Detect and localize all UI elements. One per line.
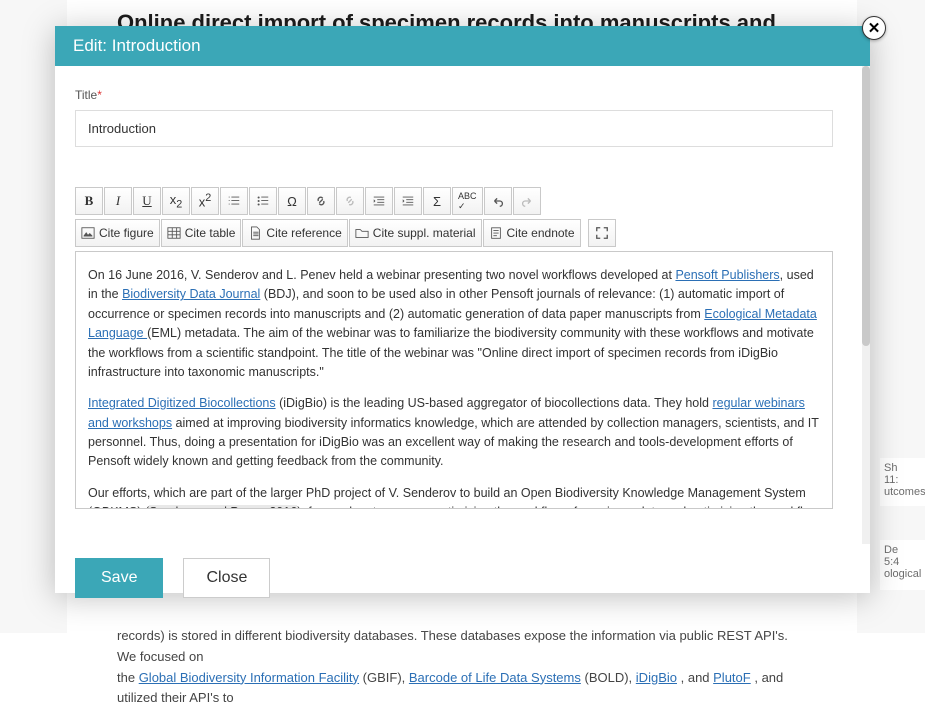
subscript-button[interactable]: x2: [162, 187, 190, 215]
required-asterisk: *: [97, 88, 102, 102]
indent-icon: [401, 194, 415, 208]
image-icon: [81, 226, 95, 240]
outdent-icon: [372, 194, 386, 208]
editor-paragraph-3: Our efforts, which are part of the large…: [88, 484, 820, 509]
save-button[interactable]: Save: [75, 558, 163, 598]
ordered-list-icon: [227, 194, 241, 208]
indent-button[interactable]: [394, 187, 422, 215]
bg-tail-2c: (BOLD),: [585, 670, 636, 685]
link-biodiversity-data-journal[interactable]: Biodiversity Data Journal: [122, 287, 260, 301]
document-icon: [248, 226, 262, 240]
underline-button[interactable]: U: [133, 187, 161, 215]
p2-text-a: (iDigBio) is the leading US-based aggreg…: [276, 396, 713, 410]
link-idigbio[interactable]: Integrated Digitized Biocollections: [88, 396, 276, 410]
citation-highlight[interactable]: Senderov and Penev 2016: [149, 505, 297, 509]
unordered-list-icon: [256, 194, 270, 208]
folder-icon: [355, 226, 369, 240]
editor-toolbar: B I U x2 x2 Ω Σ ABC✓ Cite fi: [75, 187, 833, 251]
undo-button[interactable]: [484, 187, 512, 215]
cite-table-label: Cite table: [185, 226, 236, 240]
outdent-button[interactable]: [365, 187, 393, 215]
cite-endnote-label: Cite endnote: [507, 226, 575, 240]
cite-reference-label: Cite reference: [266, 226, 341, 240]
table-icon: [167, 226, 181, 240]
p2-text-b: aimed at improving biodiversity informat…: [88, 416, 819, 469]
modal-body: Title* B I U x2 x2 Ω Σ ABC✓: [55, 66, 870, 544]
formula-button[interactable]: Σ: [423, 187, 451, 215]
redo-icon: [520, 194, 534, 208]
cite-suppl-label: Cite suppl. material: [373, 226, 476, 240]
link-button[interactable]: [307, 187, 335, 215]
background-text: records) is stored in different biodiver…: [117, 626, 807, 709]
p1-text-a: On 16 June 2016, V. Senderov and L. Pene…: [88, 268, 675, 282]
bg-tail-2d: , and: [681, 670, 714, 685]
edit-modal: Edit: Introduction Title* B I U x2 x2 Ω: [55, 26, 870, 593]
bg-tail-2a: the: [117, 670, 139, 685]
link-icon: [314, 194, 328, 208]
cite-figure-button[interactable]: Cite figure: [75, 219, 160, 247]
unordered-list-button[interactable]: [249, 187, 277, 215]
title-label: Title*: [75, 88, 850, 102]
spellcheck-icon: ABC✓: [458, 191, 477, 212]
endnote-icon: [489, 226, 503, 240]
superscript-icon: x2: [199, 192, 212, 209]
bg-link-plutof[interactable]: PlutoF: [713, 670, 751, 685]
spellcheck-button[interactable]: ABC✓: [452, 187, 483, 215]
special-char-button[interactable]: Ω: [278, 187, 306, 215]
p1-text-d: (EML) metadata. The aim of the webinar w…: [88, 326, 814, 379]
modal-footer: Save Close: [55, 544, 870, 612]
superscript-button[interactable]: x2: [191, 187, 219, 215]
bg-link-idigbio[interactable]: iDigBio: [636, 670, 677, 685]
redo-button[interactable]: [513, 187, 541, 215]
subscript-icon: x2: [170, 192, 183, 211]
bg-link-bold[interactable]: Barcode of Life Data Systems: [409, 670, 581, 685]
bg-tail-1: records) is stored in different biodiver…: [117, 628, 788, 664]
unlink-icon: [343, 194, 357, 208]
title-label-text: Title: [75, 88, 97, 102]
toolbar-row-2: Cite figure Cite table Cite reference Ci…: [75, 219, 833, 251]
cite-figure-label: Cite figure: [99, 226, 154, 240]
editor-paragraph-2: Integrated Digitized Biocollections (iDi…: [88, 394, 820, 472]
toolbar-row-1: B I U x2 x2 Ω Σ ABC✓: [75, 187, 833, 219]
italic-button[interactable]: I: [104, 187, 132, 215]
bg-link-gbif[interactable]: Global Biodiversity Information Facility: [139, 670, 359, 685]
fullscreen-icon: [595, 226, 609, 240]
editor-content[interactable]: On 16 June 2016, V. Senderov and L. Pene…: [75, 251, 833, 509]
modal-scrollbar-track[interactable]: [862, 66, 870, 544]
cite-suppl-button[interactable]: Cite suppl. material: [349, 219, 482, 247]
cite-endnote-button[interactable]: Cite endnote: [483, 219, 581, 247]
link-pensoft-publishers[interactable]: Pensoft Publishers: [675, 268, 779, 282]
undo-icon: [491, 194, 505, 208]
ordered-list-button[interactable]: [220, 187, 248, 215]
close-button[interactable]: Close: [183, 558, 270, 598]
fullscreen-button[interactable]: [588, 219, 616, 247]
cite-reference-button[interactable]: Cite reference: [242, 219, 347, 247]
bg-tail-2b: (GBIF),: [363, 670, 409, 685]
close-icon[interactable]: ✕: [862, 16, 886, 40]
cite-table-button[interactable]: Cite table: [161, 219, 242, 247]
unlink-button[interactable]: [336, 187, 364, 215]
title-input[interactable]: [75, 110, 833, 147]
editor-paragraph-1: On 16 June 2016, V. Senderov and L. Pene…: [88, 266, 820, 382]
modal-scrollbar-thumb[interactable]: [862, 66, 870, 346]
bold-button[interactable]: B: [75, 187, 103, 215]
modal-header: Edit: Introduction: [55, 26, 870, 66]
